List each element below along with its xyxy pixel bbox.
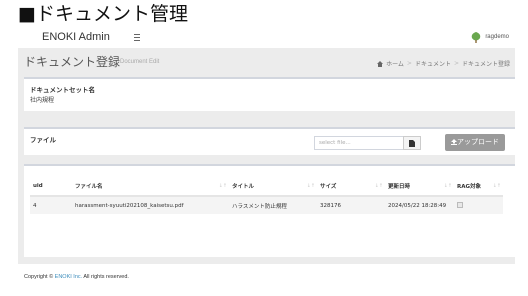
- footer: Copyright © ENOKI Inc. All rights reserv…: [24, 274, 129, 280]
- footer-company-link[interactable]: ENOKI Inc.: [55, 274, 83, 280]
- user-name: ragdemo: [485, 34, 509, 40]
- page-caption: ■ドキュメント管理: [18, 3, 188, 25]
- col-header-rag[interactable]: RAG対象 ↓↑: [454, 176, 503, 197]
- user-avatar-icon: [472, 31, 481, 43]
- header-label: サイズ: [320, 183, 337, 190]
- documents-table-panel: uid ファイル名 ↓↑ タイトル ↓↑ サイズ ↓↑ 更新日時 ↓↑ RAG対象 ↓↑ …: [24, 164, 515, 257]
- brand-logo[interactable]: ENOKI Admin: [42, 29, 110, 45]
- breadcrumb-current: ドキュメント登録: [461, 61, 510, 68]
- home-icon: [377, 60, 384, 67]
- header-label: 更新日時: [388, 183, 411, 190]
- col-header-updated[interactable]: 更新日時 ↓↑: [385, 176, 454, 197]
- table-row[interactable]: 4 harassment-syuuti202108_kaisetsu.pdf ハ…: [30, 196, 503, 214]
- breadcrumb-documents[interactable]: ドキュメント: [415, 59, 451, 68]
- sort-icon: ↓↑: [306, 183, 315, 189]
- file-panel: ファイル select file... アップロード: [24, 127, 515, 155]
- cell-filename[interactable]: harassment-syuuti202108_kaisetsu.pdf: [72, 196, 229, 214]
- breadcrumb-separator: >: [453, 60, 459, 67]
- sort-icon: ↓↑: [443, 183, 452, 189]
- file-input[interactable]: select file...: [314, 136, 404, 150]
- cell-updated: 2024/05/22 18:28:49: [385, 196, 454, 214]
- content-area: ドキュメント登録 Document Edit ホーム > ドキュメント > ドキ…: [18, 48, 515, 264]
- user-menu[interactable]: ragdemo: [471, 30, 509, 44]
- page-title: ドキュメント登録: [24, 55, 121, 69]
- cell-uid: 4: [30, 196, 72, 214]
- footer-rights: All rights reserved.: [82, 274, 129, 280]
- browse-file-button[interactable]: [403, 136, 421, 150]
- sort-icon: ↓↑: [218, 183, 227, 189]
- docset-label: ドキュメントセット名: [30, 86, 95, 94]
- upload-button[interactable]: アップロード: [445, 134, 505, 151]
- cell-size: 328176: [317, 196, 385, 214]
- cell-rag: [454, 196, 503, 214]
- upload-label: アップロード: [457, 138, 499, 146]
- header-label: タイトル: [232, 183, 255, 190]
- docset-panel: ドキュメントセット名 社内規程: [24, 77, 515, 111]
- cell-title: ハラスメント防止規程: [229, 196, 317, 214]
- hamburger-menu-icon[interactable]: [133, 29, 145, 45]
- table-header-row: uid ファイル名 ↓↑ タイトル ↓↑ サイズ ↓↑ 更新日時 ↓↑ RAG対象 ↓↑: [30, 176, 503, 197]
- header-label: RAG対象: [457, 183, 482, 190]
- col-header-title[interactable]: タイトル ↓↑: [229, 176, 317, 197]
- page-subtitle: Document Edit: [120, 59, 160, 65]
- documents-table: uid ファイル名 ↓↑ タイトル ↓↑ サイズ ↓↑ 更新日時 ↓↑ RAG対象 ↓↑ …: [30, 176, 503, 214]
- breadcrumb: ホーム > ドキュメント > ドキュメント登録: [377, 59, 510, 68]
- file-label: ファイル: [30, 136, 56, 144]
- docset-value: 社内規程: [30, 97, 55, 104]
- breadcrumb-separator: >: [406, 60, 412, 67]
- col-header-uid[interactable]: uid: [30, 176, 72, 197]
- sort-icon: ↓↑: [374, 183, 383, 189]
- col-header-filename[interactable]: ファイル名 ↓↑: [72, 176, 229, 197]
- sort-icon: ↓↑: [492, 183, 501, 189]
- header-label: uid: [33, 182, 43, 189]
- footer-copyright: Copyright ©: [24, 274, 55, 280]
- rag-checkbox[interactable]: [457, 202, 463, 209]
- top-navbar: ENOKI Admin ragdemo: [18, 28, 515, 48]
- header-label: ファイル名: [75, 183, 103, 190]
- breadcrumb-home[interactable]: ホーム: [386, 59, 404, 68]
- col-header-size[interactable]: サイズ ↓↑: [317, 176, 385, 197]
- file-icon: [409, 140, 415, 147]
